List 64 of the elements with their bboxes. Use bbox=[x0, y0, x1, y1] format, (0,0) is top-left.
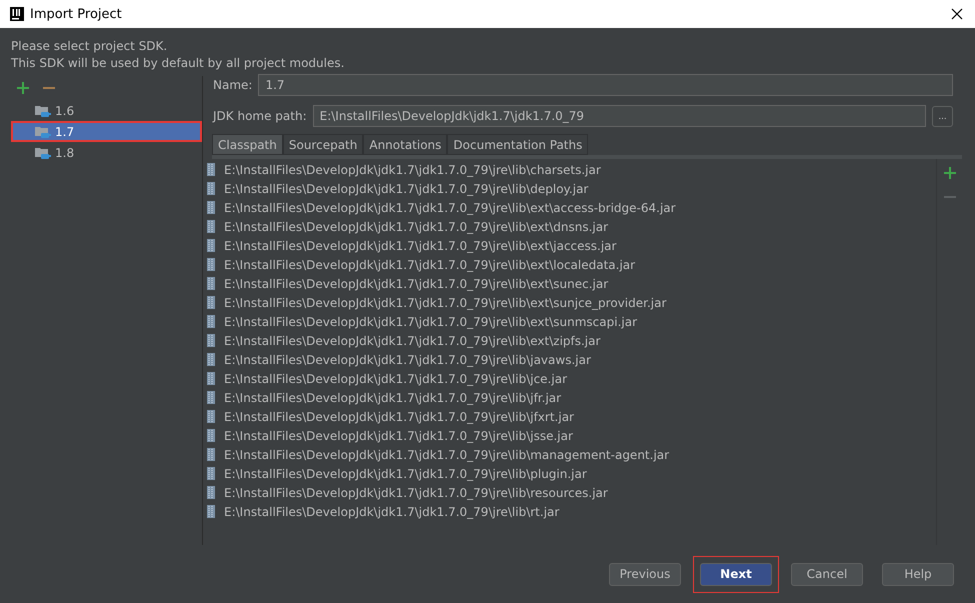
tab[interactable]: Classpath bbox=[212, 134, 283, 155]
jdk-folder-icon bbox=[35, 146, 51, 160]
classpath-entry: E:\InstallFiles\DevelopJdk\jdk1.7\jdk1.7.0_79\jre\lib\ext\zipfs.jar bbox=[224, 334, 600, 348]
jdk-home-path-field[interactable]: E:\InstallFiles\DevelopJdk\jdk1.7\jdk1.7.0_79 bbox=[312, 105, 926, 127]
jar-icon bbox=[207, 182, 215, 195]
dialog-button[interactable]: Previous bbox=[609, 562, 681, 586]
jar-icon bbox=[207, 391, 215, 404]
window-title: Import Project bbox=[30, 6, 123, 22]
jar-icon bbox=[207, 505, 215, 518]
jar-icon bbox=[207, 258, 215, 271]
classpath-entry: E:\InstallFiles\DevelopJdk\jdk1.7\jdk1.7.0_79\jre\lib\resources.jar bbox=[224, 486, 608, 500]
browse-button[interactable]: ... bbox=[932, 106, 953, 126]
jar-icon bbox=[207, 163, 215, 176]
jdk-home-path-label: JDK home path: bbox=[213, 109, 307, 123]
classpath-entry: E:\InstallFiles\DevelopJdk\jdk1.7\jdk1.7.0_79\jre\lib\charsets.jar bbox=[224, 162, 601, 176]
tab[interactable]: Sourcepath bbox=[282, 134, 364, 155]
jar-icon bbox=[207, 239, 215, 252]
add-icon[interactable] bbox=[944, 167, 956, 179]
sdk-list-item[interactable]: 1.7 bbox=[11, 121, 202, 142]
classpath-entry: E:\InstallFiles\DevelopJdk\jdk1.7\jdk1.7.0_79\jre\lib\ext\localedata.jar bbox=[224, 258, 636, 272]
classpath-entry: E:\InstallFiles\DevelopJdk\jdk1.7\jdk1.7.0_79\jre\lib\deploy.jar bbox=[224, 182, 588, 196]
name-field[interactable]: 1.7 bbox=[258, 74, 953, 96]
instruction-text: Please select project SDK. bbox=[11, 38, 168, 55]
jar-icon bbox=[207, 486, 215, 499]
classpath-entry: E:\InstallFiles\DevelopJdk\jdk1.7\jdk1.7.0_79\jre\lib\ext\jaccess.jar bbox=[224, 238, 616, 252]
classpath-entry: E:\InstallFiles\DevelopJdk\jdk1.7\jdk1.7.0_79\jre\lib\ext\access-bridge-64.jar bbox=[224, 200, 676, 214]
jar-icon bbox=[207, 220, 215, 233]
classpath-entry: E:\InstallFiles\DevelopJdk\jdk1.7\jdk1.7.0_79\jre\lib\jfr.jar bbox=[224, 390, 562, 404]
classpath-entry: E:\InstallFiles\DevelopJdk\jdk1.7\jdk1.7.0_79\jre\lib\ext\sunmscapi.jar bbox=[224, 314, 638, 328]
classpath-entry: E:\InstallFiles\DevelopJdk\jdk1.7\jdk1.7.0_79\jre\lib\ext\sunec.jar bbox=[224, 276, 608, 290]
close-icon[interactable] bbox=[951, 8, 963, 20]
jdk-folder-icon bbox=[35, 104, 51, 118]
add-icon[interactable] bbox=[17, 82, 29, 94]
jar-icon bbox=[207, 353, 215, 366]
dialog-button[interactable]: Next bbox=[700, 562, 772, 586]
classpath-entry: E:\InstallFiles\DevelopJdk\jdk1.7\jdk1.7.0_79\jre\lib\jce.jar bbox=[224, 372, 567, 386]
jar-icon bbox=[207, 429, 215, 442]
jar-icon bbox=[207, 467, 215, 480]
sdk-list-item[interactable]: 1.6 bbox=[11, 100, 202, 121]
classpath-entry: E:\InstallFiles\DevelopJdk\jdk1.7\jdk1.7.0_79\jre\lib\plugin.jar bbox=[224, 466, 587, 480]
jar-icon bbox=[207, 296, 215, 309]
instruction-text: This SDK will be used by default by all project modules. bbox=[11, 55, 346, 72]
jar-icon bbox=[207, 334, 215, 347]
classpath-entry: E:\InstallFiles\DevelopJdk\jdk1.7\jdk1.7.0_79\jre\lib\javaws.jar bbox=[224, 352, 591, 366]
classpath-entry: E:\InstallFiles\DevelopJdk\jdk1.7\jdk1.7.0_79\jre\lib\ext\dnsns.jar bbox=[224, 220, 608, 234]
app-logo-icon bbox=[10, 7, 24, 21]
jar-icon bbox=[207, 448, 215, 461]
dialog-button[interactable]: Help bbox=[882, 562, 954, 586]
sdk-list-item[interactable]: 1.8 bbox=[11, 142, 202, 163]
jar-icon bbox=[207, 315, 215, 328]
jar-icon bbox=[207, 277, 215, 290]
tab[interactable]: Documentation Paths bbox=[447, 134, 588, 155]
jdk-folder-icon bbox=[35, 124, 51, 138]
classpath-entry: E:\InstallFiles\DevelopJdk\jdk1.7\jdk1.7.0_79\jre\lib\rt.jar bbox=[224, 504, 560, 518]
jar-icon bbox=[207, 410, 215, 423]
classpath-entry: E:\InstallFiles\DevelopJdk\jdk1.7\jdk1.7.0_79\jre\lib\jfxrt.jar bbox=[224, 410, 574, 424]
name-label: Name: bbox=[213, 78, 252, 92]
classpath-entry: E:\InstallFiles\DevelopJdk\jdk1.7\jdk1.7.0_79\jre\lib\jsse.jar bbox=[224, 428, 573, 442]
jar-icon bbox=[207, 201, 215, 214]
dialog-button[interactable]: Cancel bbox=[791, 562, 863, 586]
tab[interactable]: Annotations bbox=[363, 134, 448, 155]
classpath-entry: E:\InstallFiles\DevelopJdk\jdk1.7\jdk1.7.0_79\jre\lib\ext\sunjce_provider.jar bbox=[224, 296, 666, 310]
classpath-entry: E:\InstallFiles\DevelopJdk\jdk1.7\jdk1.7.0_79\jre\lib\management-agent.jar bbox=[224, 448, 670, 462]
jar-icon bbox=[207, 372, 215, 385]
